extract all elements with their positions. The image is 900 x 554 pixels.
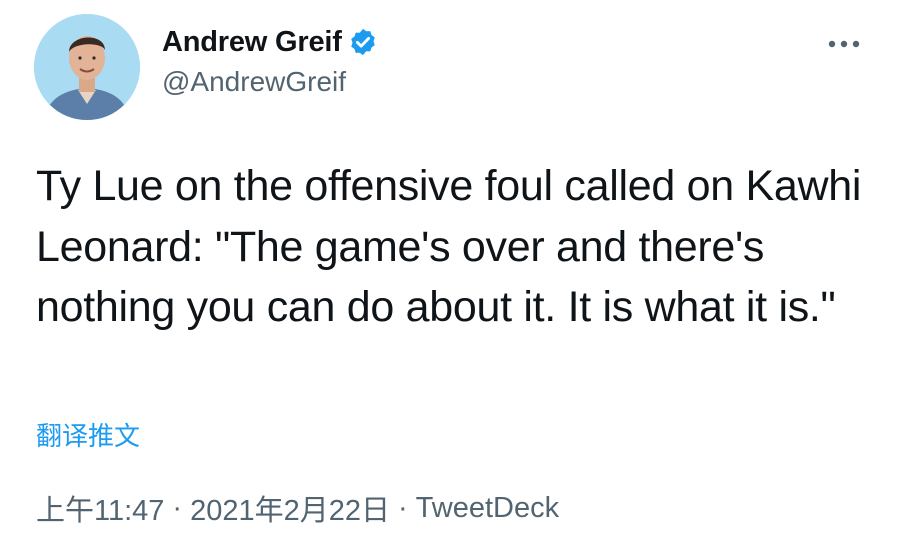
author-block: Andrew Greif @AndrewGreif: [162, 22, 378, 98]
tweet-time[interactable]: 上午11:47: [36, 487, 164, 529]
name-row: Andrew Greif: [162, 22, 378, 62]
tweet-text: Ty Lue on the offensive foul called on K…: [36, 162, 862, 331]
profile-photo-icon: [34, 14, 140, 120]
more-options-icon[interactable]: [822, 22, 866, 66]
separator: ·: [172, 491, 183, 524]
separator: ·: [398, 491, 408, 524]
tweet-card: Andrew Greif @AndrewGreif Ty Lue on the …: [0, 0, 900, 554]
tweet-source-link[interactable]: TweetDeck: [416, 492, 559, 525]
verified-badge-icon: [348, 27, 378, 57]
handle[interactable]: @AndrewGreif: [162, 66, 378, 98]
display-name[interactable]: Andrew Greif: [162, 26, 342, 59]
tweet-metadata: 上午11:47 · 2021年2月22日 · TweetDeck: [36, 487, 559, 529]
translate-tweet-link[interactable]: 翻译推文: [36, 416, 140, 453]
tweet-date[interactable]: 2021年2月22日: [190, 487, 390, 529]
avatar[interactable]: [34, 14, 140, 120]
